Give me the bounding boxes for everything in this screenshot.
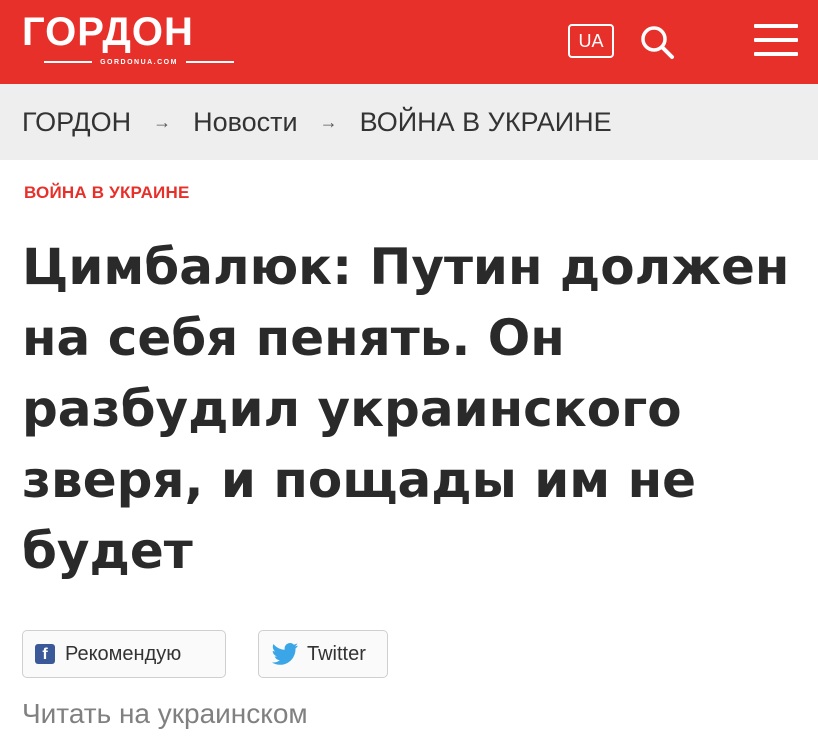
site-header: ГОРДОН GORDONUA.COM UA (0, 0, 818, 84)
arrow-right-icon: → (153, 111, 172, 132)
search-icon[interactable] (636, 20, 680, 64)
section-label[interactable]: ВОЙНА В УКРАИНЕ (24, 183, 189, 203)
logo-domain: GORDONUA.COM (100, 58, 178, 66)
breadcrumb-war-in-ukraine[interactable]: ВОЙНА В УКРАИНЕ (360, 107, 612, 138)
logo-domain-row: GORDONUA.COM (44, 56, 235, 68)
language-switch-button[interactable]: UA (568, 24, 614, 58)
article-title: Цимбалюк: Путин должен на себя пенять. О… (22, 238, 790, 580)
hamburger-menu-icon[interactable] (754, 24, 800, 60)
read-in-ukrainian-link[interactable]: Читать на украинском (22, 698, 308, 730)
breadcrumb-home[interactable]: ГОРДОН (22, 107, 131, 138)
arrow-right-icon: → (319, 111, 338, 132)
recommend-label: Рекомендую (65, 642, 182, 665)
facebook-recommend-button[interactable]: f Рекомендую (22, 630, 226, 678)
facebook-icon: f (35, 644, 55, 664)
twitter-share-button[interactable]: Twitter (258, 630, 388, 678)
site-logo[interactable]: ГОРДОН GORDONUA.COM (22, 8, 238, 72)
menu-bar (754, 52, 798, 56)
twitter-bird-icon (271, 643, 299, 665)
logo-divider (185, 61, 235, 63)
breadcrumb-news[interactable]: Новости (193, 107, 298, 138)
breadcrumb: ГОРДОН → Новости → ВОЙНА В УКРАИНЕ (0, 84, 818, 160)
twitter-label: Twitter (307, 642, 366, 665)
menu-bar (754, 38, 798, 42)
logo-divider (44, 61, 93, 63)
menu-bar (754, 24, 798, 28)
logo-text: ГОРДОН (22, 10, 194, 54)
